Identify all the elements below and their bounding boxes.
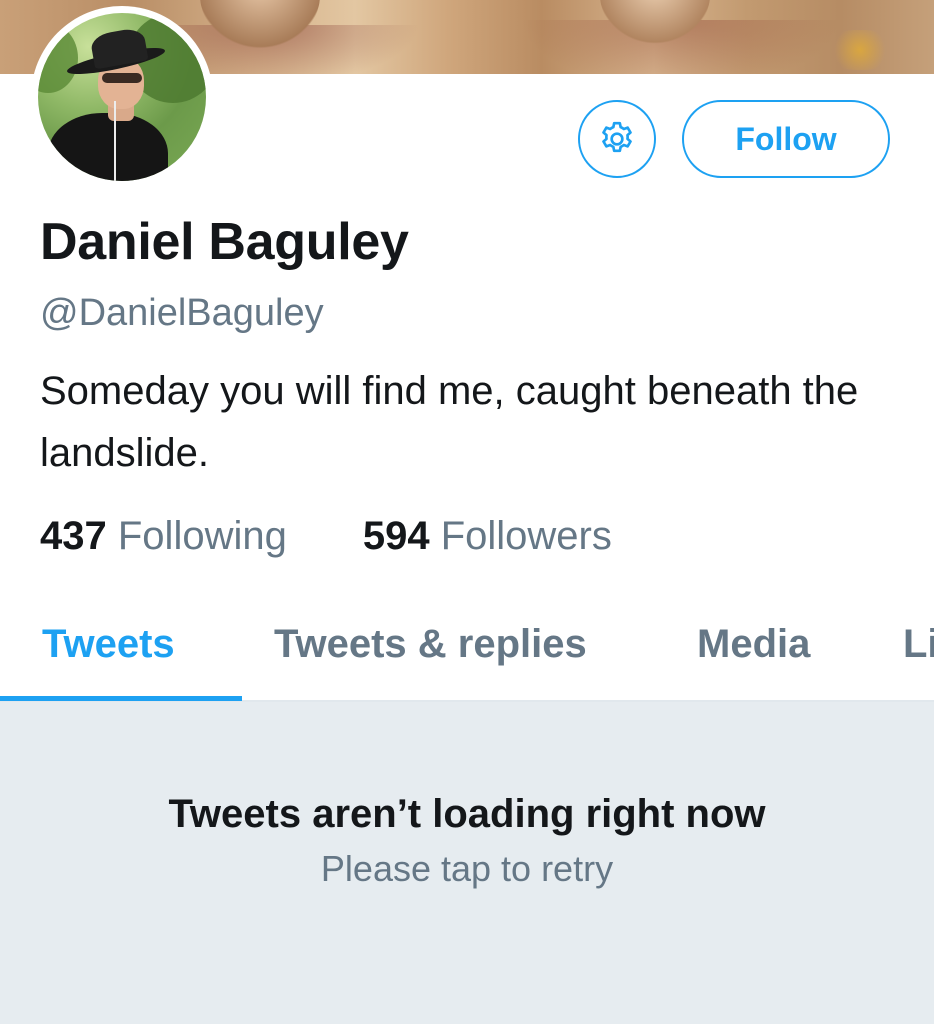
followers-stat[interactable]: 594 Followers <box>363 514 612 559</box>
profile-bio: Someday you will find me, caught beneath… <box>40 369 859 475</box>
active-tab-indicator <box>0 696 242 701</box>
gear-icon <box>602 121 632 153</box>
profile-tabs: Tweets Tweets & replies Media Li <box>0 600 934 702</box>
settings-button[interactable] <box>578 100 656 178</box>
profile-page: Follow Daniel Baguley @DanielBaguley Som… <box>0 0 934 1024</box>
follow-button[interactable]: Follow <box>682 100 890 178</box>
followers-count: 594 <box>362 514 430 558</box>
avatar-detail <box>102 73 142 83</box>
profile-stats: 437 Following 594 Followers <box>40 514 612 559</box>
followers-label: Followers <box>440 514 612 558</box>
following-stat[interactable]: 437 Following <box>40 514 287 559</box>
tab-media[interactable]: Media <box>697 622 810 667</box>
retry-link[interactable]: Please tap to retry <box>0 848 934 890</box>
profile-name: Daniel Baguley <box>40 213 409 271</box>
profile-handle: @DanielBaguley <box>40 292 324 334</box>
tab-tweets[interactable]: Tweets <box>42 622 175 667</box>
following-label: Following <box>117 514 287 558</box>
empty-state-title: Tweets aren’t loading right now <box>168 792 766 836</box>
banner-detail <box>830 30 890 70</box>
avatar-detail <box>114 101 116 181</box>
avatar[interactable] <box>31 6 213 188</box>
avatar-photo <box>38 13 206 181</box>
avatar-detail <box>38 23 78 93</box>
tweets-empty-state[interactable]: Tweets aren’t loading right now Please t… <box>0 702 934 1024</box>
tab-tweets-replies[interactable]: Tweets & replies <box>274 622 587 667</box>
following-count: 437 <box>40 514 107 558</box>
avatar-detail <box>48 113 168 181</box>
tab-likes[interactable]: Li <box>903 622 934 667</box>
